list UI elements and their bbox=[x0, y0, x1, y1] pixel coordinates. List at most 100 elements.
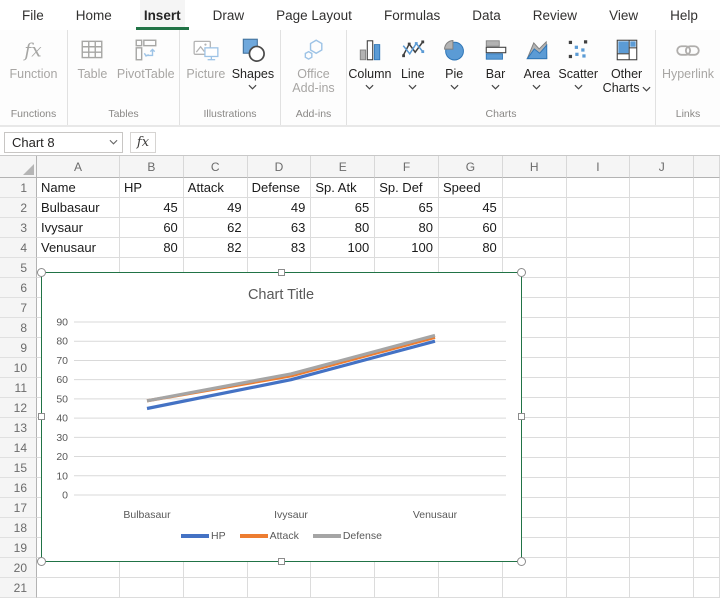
cell-J16[interactable] bbox=[630, 478, 694, 498]
cell-I12[interactable] bbox=[567, 398, 631, 418]
chart-resize-handle-bottom-left[interactable] bbox=[37, 557, 46, 566]
cell-J18[interactable] bbox=[630, 518, 694, 538]
cell-A1[interactable]: Name bbox=[37, 178, 120, 198]
insert-function-button[interactable]: fx bbox=[130, 132, 156, 153]
cell-J15[interactable] bbox=[630, 458, 694, 478]
cell-I9[interactable] bbox=[567, 338, 631, 358]
row-header-11[interactable]: 11 bbox=[0, 378, 37, 398]
row-header-5[interactable]: 5 bbox=[0, 258, 37, 278]
cell-C21[interactable] bbox=[184, 578, 248, 598]
row-header-6[interactable]: 6 bbox=[0, 278, 37, 298]
row-header-16[interactable]: 16 bbox=[0, 478, 37, 498]
cell-I16[interactable] bbox=[567, 478, 631, 498]
chart-resize-handle-middle-right[interactable] bbox=[518, 413, 525, 420]
row-header-21[interactable]: 21 bbox=[0, 578, 37, 598]
cell-I20[interactable] bbox=[567, 558, 631, 578]
row-header-4[interactable]: 4 bbox=[0, 238, 37, 258]
tab-home[interactable]: Home bbox=[72, 0, 116, 30]
cell-D3[interactable]: 63 bbox=[248, 218, 312, 238]
cell-J2[interactable] bbox=[630, 198, 694, 218]
cell-I15[interactable] bbox=[567, 458, 631, 478]
cell-F21[interactable] bbox=[375, 578, 439, 598]
row-header-20[interactable]: 20 bbox=[0, 558, 37, 578]
cell-G21[interactable] bbox=[439, 578, 503, 598]
ribbon-button-line[interactable]: Line bbox=[393, 35, 433, 90]
col-header-B[interactable]: B bbox=[120, 156, 184, 178]
formula-input[interactable] bbox=[162, 132, 718, 153]
cell-I6[interactable] bbox=[567, 278, 631, 298]
col-header-H[interactable]: H bbox=[503, 156, 567, 178]
tab-file[interactable]: File bbox=[18, 0, 48, 30]
cell-I2[interactable] bbox=[567, 198, 631, 218]
cell-J14[interactable] bbox=[630, 438, 694, 458]
cell-I8[interactable] bbox=[567, 318, 631, 338]
row-header-15[interactable]: 15 bbox=[0, 458, 37, 478]
cell-C3[interactable]: 62 bbox=[184, 218, 248, 238]
cell-H2[interactable] bbox=[503, 198, 567, 218]
select-all-corner[interactable] bbox=[0, 156, 37, 178]
chart-resize-handle-top-left[interactable] bbox=[37, 268, 46, 277]
cell-G4[interactable]: 80 bbox=[439, 238, 503, 258]
cell-J3[interactable] bbox=[630, 218, 694, 238]
cell-J7[interactable] bbox=[630, 298, 694, 318]
col-header-D[interactable]: D bbox=[248, 156, 312, 178]
cell-E1[interactable]: Sp. Atk bbox=[311, 178, 375, 198]
cell-G1[interactable]: Speed bbox=[439, 178, 503, 198]
cell-A2[interactable]: Bulbasaur bbox=[37, 198, 120, 218]
chart-legend[interactable]: HPAttackDefense bbox=[42, 530, 521, 542]
cell-G2[interactable]: 45 bbox=[439, 198, 503, 218]
row-header-8[interactable]: 8 bbox=[0, 318, 37, 338]
cell-D4[interactable]: 83 bbox=[248, 238, 312, 258]
cell-A21[interactable] bbox=[37, 578, 120, 598]
cell-B3[interactable]: 60 bbox=[120, 218, 184, 238]
cell-I7[interactable] bbox=[567, 298, 631, 318]
cell-F2[interactable]: 65 bbox=[375, 198, 439, 218]
ribbon-button-scatter[interactable]: Scatter bbox=[558, 35, 598, 90]
cell-I3[interactable] bbox=[567, 218, 631, 238]
cell-E2[interactable]: 65 bbox=[311, 198, 375, 218]
cell-J11[interactable] bbox=[630, 378, 694, 398]
row-header-7[interactable]: 7 bbox=[0, 298, 37, 318]
tab-draw[interactable]: Draw bbox=[209, 0, 249, 30]
row-header-3[interactable]: 3 bbox=[0, 218, 37, 238]
ribbon-button-bar[interactable]: Bar bbox=[476, 35, 516, 90]
cell-J1[interactable] bbox=[630, 178, 694, 198]
cell-E21[interactable] bbox=[311, 578, 375, 598]
row-header-13[interactable]: 13 bbox=[0, 418, 37, 438]
tab-help[interactable]: Help bbox=[666, 0, 702, 30]
row-header-19[interactable]: 19 bbox=[0, 538, 37, 558]
col-header-G[interactable]: G bbox=[439, 156, 503, 178]
cell-I4[interactable] bbox=[567, 238, 631, 258]
tab-formulas[interactable]: Formulas bbox=[380, 0, 444, 30]
cell-J19[interactable] bbox=[630, 538, 694, 558]
cell-I17[interactable] bbox=[567, 498, 631, 518]
chart-resize-handle-middle-left[interactable] bbox=[38, 413, 45, 420]
row-header-12[interactable]: 12 bbox=[0, 398, 37, 418]
ribbon-button-column[interactable]: Column bbox=[348, 35, 391, 90]
cell-D2[interactable]: 49 bbox=[248, 198, 312, 218]
ribbon-button-area[interactable]: Area bbox=[517, 35, 557, 90]
cell-I11[interactable] bbox=[567, 378, 631, 398]
cell-J21[interactable] bbox=[630, 578, 694, 598]
row-header-2[interactable]: 2 bbox=[0, 198, 37, 218]
cell-J20[interactable] bbox=[630, 558, 694, 578]
ribbon-button-pie[interactable]: Pie bbox=[434, 35, 474, 90]
ribbon-button-other-charts[interactable]: Other Charts bbox=[600, 35, 654, 96]
chart-resize-handle-top-middle[interactable] bbox=[278, 269, 285, 276]
cell-G3[interactable]: 60 bbox=[439, 218, 503, 238]
cell-I19[interactable] bbox=[567, 538, 631, 558]
row-header-9[interactable]: 9 bbox=[0, 338, 37, 358]
cell-B21[interactable] bbox=[120, 578, 184, 598]
cell-C4[interactable]: 82 bbox=[184, 238, 248, 258]
cell-J10[interactable] bbox=[630, 358, 694, 378]
cell-F1[interactable]: Sp. Def bbox=[375, 178, 439, 198]
cell-H1[interactable] bbox=[503, 178, 567, 198]
cell-J6[interactable] bbox=[630, 278, 694, 298]
cell-C1[interactable]: Attack bbox=[184, 178, 248, 198]
row-header-14[interactable]: 14 bbox=[0, 438, 37, 458]
tab-page-layout[interactable]: Page Layout bbox=[272, 0, 356, 30]
col-header-J[interactable]: J bbox=[630, 156, 694, 178]
col-header-E[interactable]: E bbox=[311, 156, 375, 178]
col-header-A[interactable]: A bbox=[37, 156, 120, 178]
col-header-I[interactable]: I bbox=[567, 156, 631, 178]
